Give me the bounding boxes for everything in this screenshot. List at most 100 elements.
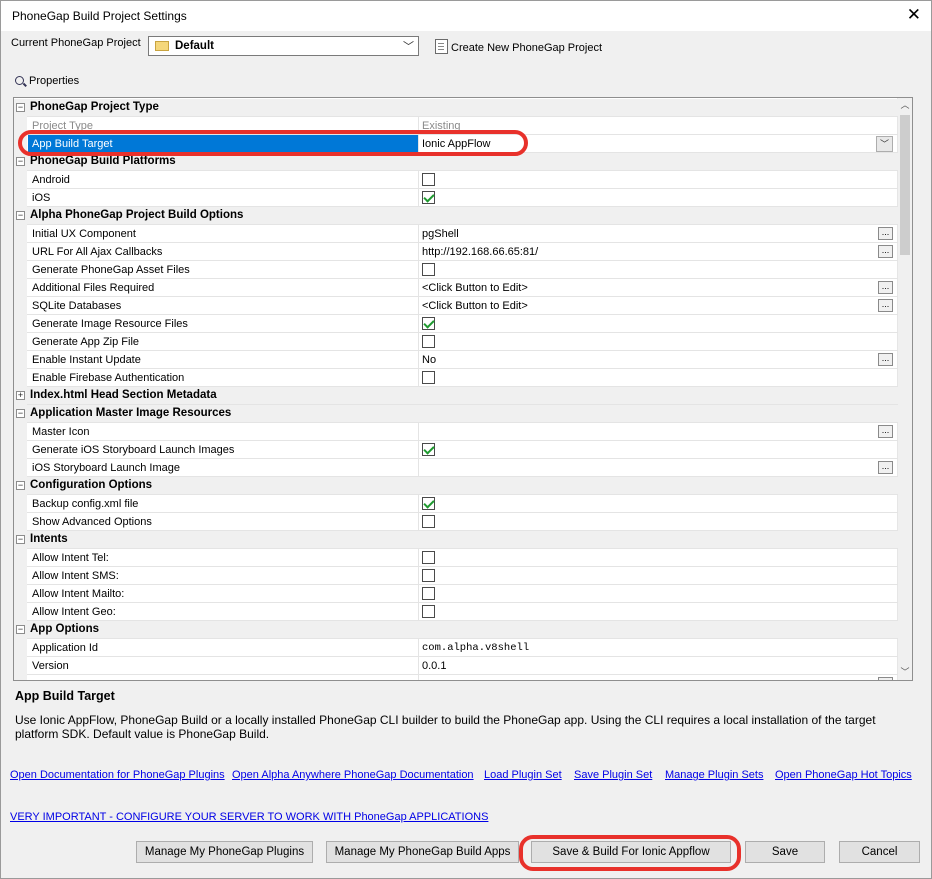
property-row[interactable]: Generate PhoneGap Asset Files: [14, 261, 898, 279]
property-row[interactable]: Generate App Zip File: [14, 333, 898, 351]
property-row[interactable]: App Build Target Ionic AppFlow ﹀: [14, 135, 898, 153]
expand-icon[interactable]: +: [16, 391, 25, 400]
category-row[interactable]: − Configuration Options: [14, 477, 898, 495]
category-row[interactable]: − App Options: [14, 621, 898, 639]
checkbox[interactable]: [422, 263, 435, 276]
link-hot-topics[interactable]: Open PhoneGap Hot Topics: [775, 769, 912, 781]
category-row[interactable]: − PhoneGap Build Platforms: [14, 153, 898, 171]
property-value[interactable]: com.alpha.v8shell: [420, 639, 898, 657]
collapse-icon[interactable]: −: [16, 103, 25, 112]
category-row[interactable]: − Application Master Image Resources: [14, 405, 898, 423]
link-load-plugin-set[interactable]: Load Plugin Set: [484, 769, 562, 781]
property-value[interactable]: Ionic AppFlow ﹀: [420, 135, 898, 153]
property-row[interactable]: Project Type Existing: [14, 117, 898, 135]
property-value[interactable]: [420, 495, 898, 513]
checkbox[interactable]: [422, 191, 435, 204]
ellipsis-button[interactable]: ...: [878, 299, 893, 312]
checkbox[interactable]: [422, 443, 435, 456]
close-icon[interactable]: ✕: [907, 5, 921, 25]
property-value[interactable]: [420, 333, 898, 351]
property-row[interactable]: Master Icon...: [14, 423, 898, 441]
ellipsis-button[interactable]: ...: [878, 227, 893, 240]
collapse-icon[interactable]: −: [16, 211, 25, 220]
property-row[interactable]: Android: [14, 171, 898, 189]
property-row[interactable]: Additional Files Required <Click Button t…: [14, 279, 898, 297]
link-manage-plugin-sets[interactable]: Manage Plugin Sets: [665, 769, 763, 781]
property-value[interactable]: ...: [420, 423, 898, 441]
scroll-up-icon[interactable]: ︿: [898, 98, 912, 113]
property-row[interactable]: Application Id com.alpha.v8shell: [14, 639, 898, 657]
property-row[interactable]: ...: [14, 675, 898, 680]
current-project-select[interactable]: Default ﹀: [148, 36, 419, 56]
checkbox[interactable]: [422, 173, 435, 186]
ellipsis-button[interactable]: ...: [878, 677, 893, 680]
property-row[interactable]: Version 0.0.1: [14, 657, 898, 675]
vertical-scrollbar[interactable]: ︿ ﹀: [897, 98, 912, 680]
property-value[interactable]: [420, 567, 898, 585]
property-value[interactable]: <Click Button to Edit>...: [420, 297, 898, 315]
category-row[interactable]: + Index.html Head Section Metadata: [14, 387, 898, 405]
property-row[interactable]: Allow Intent Mailto:: [14, 585, 898, 603]
category-row[interactable]: − Alpha PhoneGap Project Build Options: [14, 207, 898, 225]
property-value[interactable]: [420, 315, 898, 333]
property-value[interactable]: [420, 171, 898, 189]
property-value[interactable]: [420, 513, 898, 531]
collapse-icon[interactable]: −: [16, 157, 25, 166]
property-row[interactable]: URL For All Ajax Callbacks http://192.168…: [14, 243, 898, 261]
property-value[interactable]: No...: [420, 351, 898, 369]
property-value[interactable]: [420, 585, 898, 603]
property-row[interactable]: Initial UX Component pgShell...: [14, 225, 898, 243]
checkbox[interactable]: [422, 371, 435, 384]
property-value[interactable]: [420, 261, 898, 279]
property-value[interactable]: [420, 441, 898, 459]
category-row[interactable]: − PhoneGap Project Type: [14, 99, 898, 117]
property-value[interactable]: ...: [420, 459, 898, 477]
property-value[interactable]: <Click Button to Edit>...: [420, 279, 898, 297]
link-alpha-docs[interactable]: Open Alpha Anywhere PhoneGap Documentati…: [232, 769, 474, 781]
property-row[interactable]: iOS: [14, 189, 898, 207]
property-value[interactable]: Existing: [420, 117, 898, 135]
category-row[interactable]: − Intents: [14, 531, 898, 549]
property-row[interactable]: Allow Intent Geo:: [14, 603, 898, 621]
save-button[interactable]: Save: [745, 841, 825, 863]
checkbox[interactable]: [422, 497, 435, 510]
property-row[interactable]: Backup config.xml file: [14, 495, 898, 513]
checkbox[interactable]: [422, 317, 435, 330]
checkbox[interactable]: [422, 335, 435, 348]
ellipsis-button[interactable]: ...: [878, 461, 893, 474]
collapse-icon[interactable]: −: [16, 625, 25, 634]
create-new-project-button[interactable]: Create New PhoneGap Project: [435, 39, 602, 54]
property-value[interactable]: [420, 549, 898, 567]
dropdown-arrow-icon[interactable]: ﹀: [876, 136, 893, 152]
property-row[interactable]: Generate iOS Storyboard Launch Images: [14, 441, 898, 459]
collapse-icon[interactable]: −: [16, 535, 25, 544]
manage-build-apps-button[interactable]: Manage My PhoneGap Build Apps: [326, 841, 519, 863]
link-configure-server[interactable]: VERY IMPORTANT - CONFIGURE YOUR SERVER T…: [10, 811, 488, 823]
checkbox[interactable]: [422, 605, 435, 618]
property-value[interactable]: 0.0.1: [420, 657, 898, 675]
property-row[interactable]: Generate Image Resource Files: [14, 315, 898, 333]
collapse-icon[interactable]: −: [16, 481, 25, 490]
checkbox[interactable]: [422, 515, 435, 528]
ellipsis-button[interactable]: ...: [878, 353, 893, 366]
collapse-icon[interactable]: −: [16, 409, 25, 418]
property-row[interactable]: Allow Intent SMS:: [14, 567, 898, 585]
link-save-plugin-set[interactable]: Save Plugin Set: [574, 769, 652, 781]
property-row[interactable]: SQLite Databases <Click Button to Edit>..…: [14, 297, 898, 315]
checkbox[interactable]: [422, 587, 435, 600]
property-value[interactable]: [420, 603, 898, 621]
property-value[interactable]: http://192.168.66.65:81/...: [420, 243, 898, 261]
property-value[interactable]: [420, 369, 898, 387]
save-build-button[interactable]: Save & Build For Ionic Appflow: [531, 841, 731, 863]
property-row[interactable]: iOS Storyboard Launch Image...: [14, 459, 898, 477]
property-row[interactable]: Show Advanced Options: [14, 513, 898, 531]
checkbox[interactable]: [422, 551, 435, 564]
ellipsis-button[interactable]: ...: [878, 281, 893, 294]
ellipsis-button[interactable]: ...: [878, 425, 893, 438]
link-plugin-docs[interactable]: Open Documentation for PhoneGap Plugins: [10, 769, 225, 781]
checkbox[interactable]: [422, 569, 435, 582]
property-value[interactable]: ...: [420, 675, 898, 680]
property-row[interactable]: Enable Instant Update No...: [14, 351, 898, 369]
property-row[interactable]: Enable Firebase Authentication: [14, 369, 898, 387]
manage-plugins-button[interactable]: Manage My PhoneGap Plugins: [136, 841, 313, 863]
